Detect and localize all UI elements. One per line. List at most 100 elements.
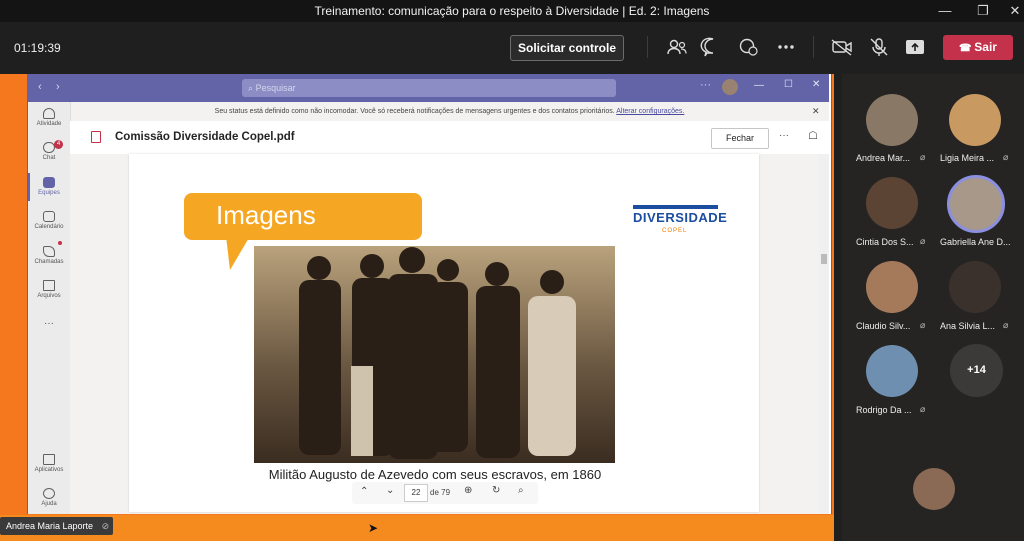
avatar[interactable] (949, 261, 1001, 313)
maximize-icon[interactable]: ❐ (966, 0, 1000, 22)
presenter-name: Andrea Maria Laporte (6, 521, 94, 531)
share-screen-icon[interactable] (902, 36, 928, 58)
avatar[interactable] (866, 261, 918, 313)
conversation-icon[interactable]: ☖ (808, 129, 818, 142)
teams-icon (43, 177, 55, 188)
rail-item-chat[interactable]: Chat (28, 142, 70, 161)
participants-icon[interactable] (664, 36, 690, 58)
brand-bar (633, 205, 718, 209)
zoom-in-icon[interactable]: ⊕ (464, 485, 472, 496)
avatar[interactable] (722, 79, 738, 95)
rail-label: Aplicativos (34, 467, 64, 473)
leave-label: Sair (974, 40, 997, 54)
mic-off-icon: ⌀ (920, 320, 926, 330)
calendar-icon (43, 211, 55, 222)
rail-label: Calendário (34, 224, 64, 230)
search-input[interactable]: ⌕ Pesquisar (242, 79, 616, 97)
presenter-label: Andrea Maria Laporte ⊘ (0, 517, 113, 535)
rail-item-calendar[interactable]: Calendário (28, 211, 70, 230)
toolbar-divider (647, 36, 648, 58)
meeting-timer: 01:19:39 (14, 41, 61, 55)
mic-off-icon: ⌀ (1003, 152, 1009, 162)
apps-icon (43, 454, 55, 465)
back-arrow-icon[interactable]: ‹ (38, 81, 42, 93)
rail-label: Atividade (36, 121, 62, 127)
pdf-file-icon (91, 131, 101, 143)
rail-label: Ajuda (41, 501, 57, 507)
rail-item-calls[interactable]: Chamadas (28, 246, 70, 265)
more-options-icon[interactable]: ··· (779, 130, 789, 141)
dnd-banner: Seu status está definido como não incomo… (70, 102, 829, 122)
page-navigator: ⌃ ⌄ de 79 ⊕ ↻ ⌕ (352, 482, 538, 504)
app-rail (28, 102, 71, 514)
mic-off-icon: ⊘ (101, 521, 110, 531)
minimize-icon[interactable]: — (754, 80, 764, 91)
rail-label: Equipes (38, 190, 60, 196)
rail-item-activity[interactable]: Atividade (28, 108, 70, 127)
rail-item-apps[interactable]: Aplicativos (28, 454, 70, 473)
mic-off-icon: ⌀ (1003, 320, 1009, 330)
avatar[interactable] (866, 94, 918, 146)
search-icon[interactable]: ⌕ (518, 485, 524, 496)
banner-link[interactable]: Alterar configurações. (616, 108, 684, 115)
scrollbar[interactable] (819, 154, 829, 514)
page-total: de 79 (430, 488, 451, 497)
photo-figures (299, 247, 576, 459)
document-name: Comissão Diversidade Copel.pdf (115, 131, 295, 143)
photo-caption: Militão Augusto de Azevedo com seus escr… (268, 467, 602, 482)
calls-dot (58, 241, 62, 245)
stage-bottom-band (0, 515, 834, 541)
bell-icon (43, 108, 55, 119)
phone-icon (43, 246, 55, 257)
close-icon[interactable]: ✕ (998, 0, 1024, 22)
rail-label: Chat (42, 155, 56, 161)
slide-heading: Imagens (216, 200, 316, 230)
chat-badge: 4 (54, 140, 63, 149)
search-icon: ⌕ (248, 83, 254, 93)
request-control-button[interactable]: Solicitar controle (510, 35, 624, 61)
banner-text: Seu status está definido como não incomo… (214, 108, 615, 115)
avatar[interactable] (866, 345, 918, 397)
close-icon[interactable]: ✕ (812, 79, 820, 90)
rail-label: Chamadas (34, 259, 64, 265)
rail-label: Arquivos (37, 293, 61, 299)
chevron-up-icon[interactable]: ⌃ (360, 486, 368, 497)
hangup-icon: ☎ (959, 43, 975, 54)
avatar[interactable] (866, 177, 918, 229)
mic-off-icon: ⌀ (920, 404, 926, 414)
brand-sub: COPEL (662, 228, 688, 234)
speech-bubble-tail (226, 236, 250, 270)
rail-more-icon[interactable]: ··· (28, 318, 70, 329)
chevron-down-icon[interactable]: ⌄ (386, 485, 394, 496)
close-icon[interactable]: ✕ (812, 102, 820, 121)
participant-name: Gabriella Ane D... (940, 237, 1011, 247)
rotate-icon[interactable]: ↻ (492, 485, 500, 496)
more-participants-button[interactable]: +14 (950, 344, 1003, 397)
chat-icon[interactable] (700, 36, 726, 58)
close-document-button[interactable]: Fechar (711, 128, 769, 149)
file-icon (43, 280, 55, 291)
more-options-icon[interactable] (773, 36, 799, 58)
page-number-input[interactable]: 22 (404, 484, 428, 502)
more-options-icon[interactable]: ··· (700, 79, 711, 91)
maximize-icon[interactable]: ☐ (784, 79, 793, 90)
avatar[interactable] (947, 175, 1005, 233)
rail-item-files[interactable]: Arquivos (28, 280, 70, 299)
self-view-avatar (913, 468, 955, 510)
leave-button[interactable]: ☎ Sair (943, 35, 1013, 60)
window-title: Treinamento: comunicação para o respeito… (314, 4, 710, 18)
toolbar-divider (813, 36, 814, 58)
rail-item-help[interactable]: Ajuda (28, 488, 70, 507)
minimize-icon[interactable]: — (928, 0, 962, 22)
mic-off-icon[interactable] (866, 36, 892, 58)
rail-item-teams[interactable]: Equipes (28, 177, 70, 196)
forward-arrow-icon[interactable]: › (56, 81, 60, 93)
camera-off-icon[interactable] (829, 36, 855, 58)
avatar[interactable] (949, 94, 1001, 146)
brand-logo: DIVERSIDADE (633, 210, 728, 225)
search-placeholder: Pesquisar (255, 83, 296, 93)
help-icon (43, 488, 55, 499)
historical-photo (254, 246, 615, 463)
mic-off-icon: ⌀ (920, 152, 926, 162)
reactions-icon[interactable] (736, 36, 762, 58)
